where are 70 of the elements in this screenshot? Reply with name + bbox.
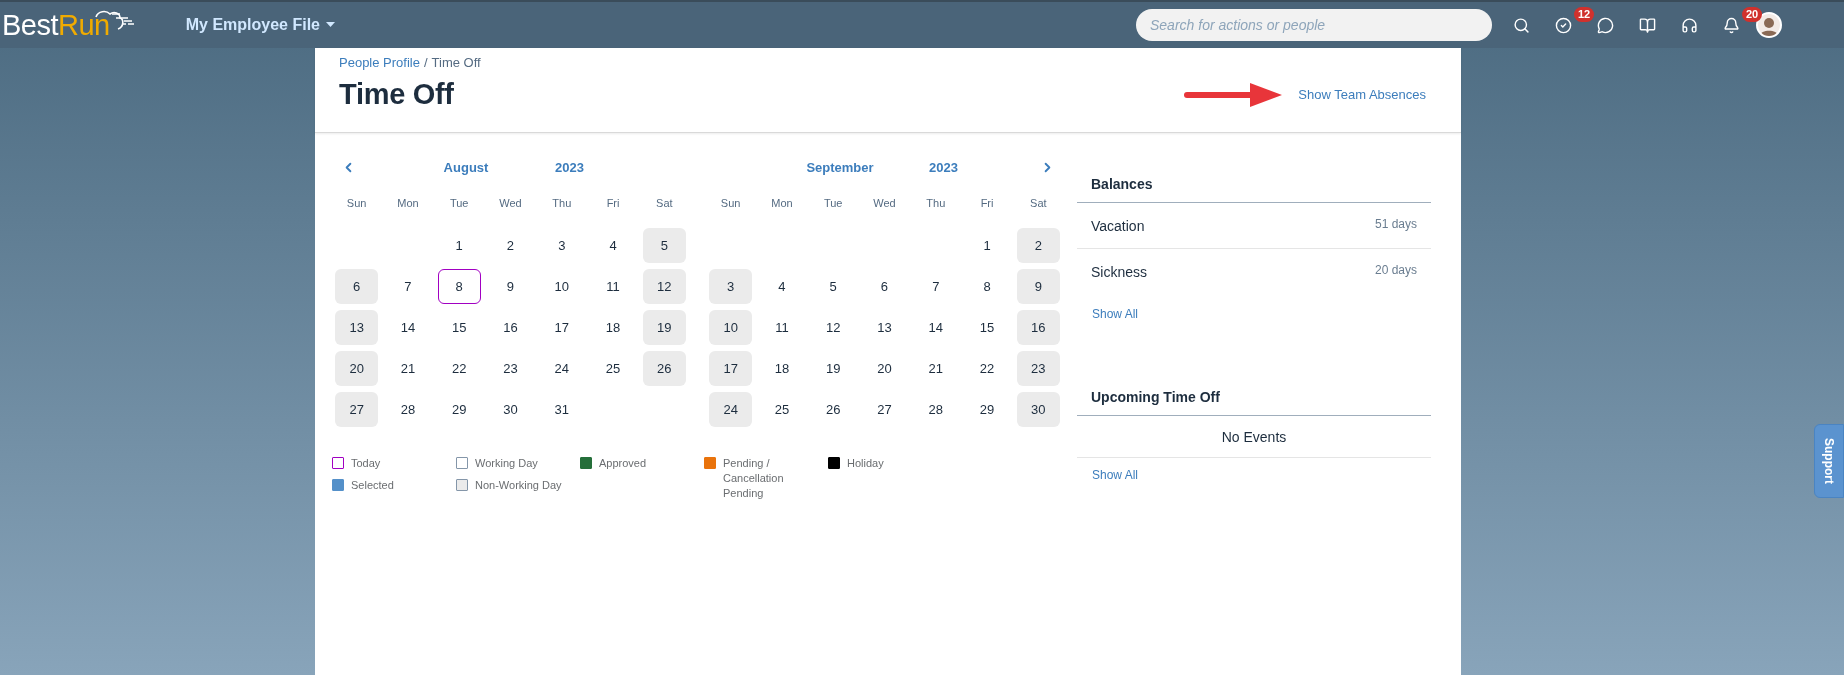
page-title: Time Off — [339, 78, 454, 111]
calendar-date[interactable]: 16 — [1016, 310, 1060, 345]
today-date[interactable]: 8 — [437, 269, 481, 304]
chat-bubble-icon — [1596, 16, 1614, 34]
legend-label: Selected — [351, 478, 394, 493]
balances-title: Balances — [1077, 166, 1431, 203]
calendar-date[interactable]: 30 — [1016, 392, 1060, 427]
notification-badge: 20 — [1742, 7, 1763, 22]
calendar-date[interactable]: 27 — [335, 392, 379, 427]
book-icon — [1638, 16, 1656, 34]
logo: BestRun — [2, 10, 138, 40]
weekday-label: Sat — [656, 197, 673, 209]
legend-label: Non-Working Day — [475, 478, 562, 493]
month-selector[interactable]: September — [739, 159, 929, 175]
calendar-date[interactable]: 24 — [709, 392, 753, 427]
weekday-label: Thu — [926, 197, 946, 209]
breadcrumb-separator: / — [423, 55, 428, 70]
headset-icon — [1680, 16, 1698, 34]
calendar-date[interactable]: 3 — [709, 269, 753, 304]
calendar-date[interactable]: 13 — [335, 310, 379, 345]
upcoming-time-off-title: Upcoming Time Off — [1077, 379, 1431, 416]
weekday-label: Tue — [449, 197, 469, 209]
breadcrumb-current: Time Off — [431, 55, 481, 70]
calendar-date[interactable]: 20 — [335, 351, 379, 386]
weekday-label: Mon — [397, 197, 419, 209]
weekday-label: Sun — [346, 197, 367, 209]
calendar-date[interactable]: 5 — [642, 228, 686, 263]
caret-down-icon — [326, 22, 335, 28]
year-selector[interactable]: 2023 — [929, 159, 958, 175]
my-employee-file-menu[interactable]: My Employee File — [185, 16, 335, 34]
calendar-date[interactable]: 9 — [1016, 269, 1060, 304]
breadcrumb-link[interactable]: People Profile — [339, 55, 420, 70]
legend-label: Pending / Cancellation Pending — [723, 456, 785, 501]
show-all-link[interactable]: Show All — [1092, 307, 1139, 321]
calendar-date[interactable]: 6 — [335, 269, 379, 304]
weekday-label: Fri — [606, 197, 620, 209]
calendar-date[interactable]: 10 — [709, 310, 753, 345]
legend-label: Approved — [599, 456, 647, 471]
avatar[interactable] — [1756, 12, 1782, 38]
search-field[interactable]: Search for actions or people — [1136, 9, 1492, 41]
empty-message: No Events — [1077, 416, 1431, 458]
month-selector[interactable]: August — [365, 159, 555, 175]
show-team-absences-link[interactable]: Show Team Absences — [1298, 87, 1426, 102]
check-circle-icon — [1554, 16, 1572, 34]
calendar-date[interactable]: 19 — [642, 310, 686, 345]
calendar-date[interactable]: 12 — [642, 269, 686, 304]
search-icon — [1512, 16, 1530, 34]
legend-label: Today — [351, 456, 381, 471]
weekday-label: Wed — [873, 197, 896, 209]
legend-label: Holiday — [847, 456, 884, 471]
weekday-label: Tue — [823, 197, 843, 209]
calendar-date[interactable]: 17 — [709, 351, 753, 386]
year-selector[interactable]: 2023 — [555, 159, 584, 175]
weekday-label: Fri — [980, 197, 994, 209]
weekday-label: Wed — [499, 197, 522, 209]
weekday-label: Mon — [771, 197, 793, 209]
balance-value: 51 days — [1374, 216, 1417, 231]
show-all-link[interactable]: Show All — [1092, 468, 1139, 482]
weekday-label: Sat — [1030, 197, 1047, 209]
weekday-label: Sun — [720, 197, 741, 209]
calendar-date[interactable]: 2 — [1016, 228, 1060, 263]
balance-value: 20 days — [1374, 262, 1417, 277]
legend-label: Working Day — [475, 456, 538, 471]
balance-name: Vacation — [1091, 217, 1145, 234]
todo-badge: 12 — [1574, 7, 1595, 22]
calendar-date[interactable]: 23 — [1016, 351, 1060, 386]
calendar-date[interactable]: 26 — [642, 351, 686, 386]
weekday-label: Thu — [552, 197, 572, 209]
bell-icon — [1722, 16, 1740, 34]
balance-name: Sickness — [1091, 263, 1148, 280]
